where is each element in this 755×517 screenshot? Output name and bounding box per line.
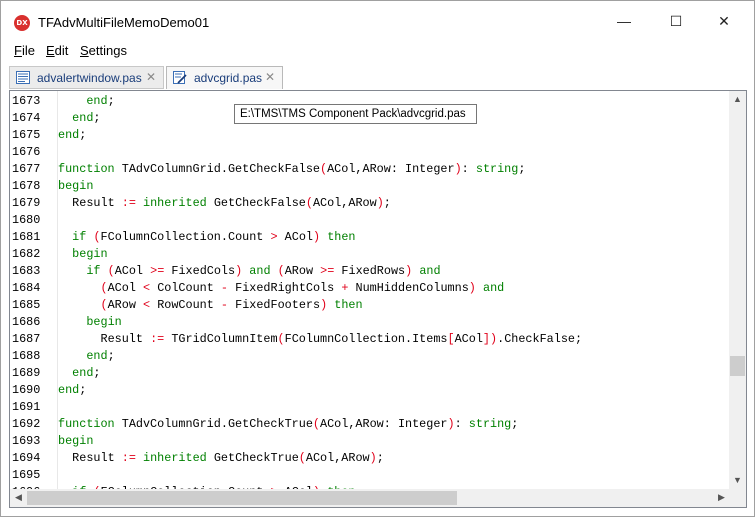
- scroll-right-icon[interactable]: ▶: [713, 489, 730, 506]
- scrollbar-corner: [729, 489, 746, 507]
- tab-bar: advalertwindow.pas ✕ advcgrid.pas ✕: [1, 64, 754, 90]
- line-number: 1674: [12, 111, 41, 125]
- code-line: begin: [58, 434, 94, 448]
- line-number: 1693: [12, 434, 41, 448]
- code-line: if (FColumnCollection.Count > ACol) then: [72, 230, 356, 244]
- line-number: 1679: [12, 196, 41, 210]
- tab-advalertwindow[interactable]: advalertwindow.pas ✕: [9, 66, 164, 89]
- code-editor[interactable]: 1673 1674 1675 1676 1677 1678 1679 1680 1681 1682…: [9, 90, 747, 508]
- code-line: (ARow < RowCount - FixedFooters) then: [100, 298, 363, 312]
- line-number: 1686: [12, 315, 41, 329]
- menu-edit-label: dit: [54, 43, 69, 58]
- code-line: begin: [58, 179, 94, 193]
- document-lines-icon: [16, 71, 30, 84]
- code-line: Result := TGridColumnItem(FColumnCollect…: [100, 332, 583, 346]
- line-number: 1687: [12, 332, 41, 346]
- code-line: if (ACol >= FixedCols) and (ARow >= Fixe…: [86, 264, 441, 278]
- maximize-button[interactable]: ☐: [653, 1, 699, 41]
- line-number: 1695: [12, 468, 41, 482]
- line-number: 1673: [12, 94, 41, 108]
- line-number: 1675: [12, 128, 41, 142]
- document-edit-icon: [173, 71, 187, 84]
- scroll-down-icon[interactable]: ▼: [729, 472, 746, 489]
- close-button[interactable]: ✕: [701, 1, 747, 41]
- horizontal-scroll-thumb[interactable]: [27, 491, 457, 505]
- menu-edit[interactable]: Edit: [46, 43, 68, 58]
- code-line: Result := inherited GetCheckFalse(ACol,A…: [72, 196, 391, 210]
- line-number: 1682: [12, 247, 41, 261]
- menu-bar: File Edit Settings: [1, 41, 754, 62]
- line-number: 1694: [12, 451, 41, 465]
- line-number: 1683: [12, 264, 41, 278]
- tab-label: advcgrid.pas: [194, 71, 263, 85]
- line-number: 1688: [12, 349, 41, 363]
- code-line: end;: [72, 366, 101, 380]
- code-line: end;: [58, 383, 87, 397]
- minimize-button[interactable]: —: [601, 1, 647, 41]
- line-number: 1676: [12, 145, 41, 159]
- code-line: function TAdvColumnGrid.GetCheckTrue(ACo…: [58, 417, 519, 431]
- code-line: (ACol < ColCount - FixedRightCols + NumH…: [100, 281, 505, 295]
- line-number: 1681: [12, 230, 41, 244]
- code-line: begin: [86, 315, 122, 329]
- code-line: end;: [86, 94, 115, 108]
- code-line: Result := inherited GetCheckTrue(ACol,AR…: [72, 451, 384, 465]
- line-number: 1678: [12, 179, 41, 193]
- menu-settings-mnemonic: S: [80, 43, 89, 58]
- scroll-left-icon[interactable]: ◀: [10, 489, 27, 506]
- horizontal-scrollbar[interactable]: ◀ ▶: [10, 489, 730, 507]
- line-number: 1677: [12, 162, 41, 176]
- app-icon: DX: [14, 15, 30, 31]
- code-line: end;: [86, 349, 115, 363]
- menu-settings-label: ettings: [88, 43, 127, 58]
- line-number-gutter: 1673 1674 1675 1676 1677 1678 1679 1680 1681 1682…: [10, 91, 50, 499]
- menu-file-mnemonic: F: [14, 43, 22, 58]
- app-window: DX TFAdvMultiFileMemoDemo01 — ☐ ✕ File E…: [0, 0, 755, 517]
- line-number: 1689: [12, 366, 41, 380]
- line-number: 1692: [12, 417, 41, 431]
- code-line: end;: [72, 111, 101, 125]
- line-number: 1685: [12, 298, 41, 312]
- code-line: begin: [72, 247, 108, 261]
- tab-close-icon[interactable]: ✕: [146, 70, 156, 84]
- scroll-up-icon[interactable]: ▲: [729, 91, 746, 108]
- code-line: function TAdvColumnGrid.GetCheckFalse(AC…: [58, 162, 526, 176]
- tab-label: advalertwindow.pas: [37, 71, 142, 85]
- menu-settings[interactable]: Settings: [80, 43, 127, 58]
- code-text-area[interactable]: end; end; end; function TAdvColumnGrid.Get…: [58, 91, 728, 489]
- menu-file-label: ile: [21, 43, 35, 58]
- line-number: 1684: [12, 281, 41, 295]
- line-number: 1680: [12, 213, 41, 227]
- file-path-tooltip: E:\TMS\TMS Component Pack\advcgrid.pas: [234, 104, 477, 124]
- menu-edit-mnemonic: E: [46, 43, 55, 58]
- line-number: 1690: [12, 383, 41, 397]
- vertical-scrollbar[interactable]: ▲ ▼: [729, 91, 746, 489]
- line-number: 1691: [12, 400, 41, 414]
- tab-advcgrid[interactable]: advcgrid.pas ✕: [166, 66, 283, 89]
- vertical-scroll-thumb[interactable]: [730, 355, 745, 376]
- code-line: end;: [58, 128, 87, 142]
- window-title: TFAdvMultiFileMemoDemo01: [38, 15, 210, 30]
- title-bar: DX TFAdvMultiFileMemoDemo01 — ☐ ✕: [1, 1, 754, 41]
- menu-file[interactable]: File: [14, 43, 35, 58]
- tab-close-icon[interactable]: ✕: [265, 70, 275, 84]
